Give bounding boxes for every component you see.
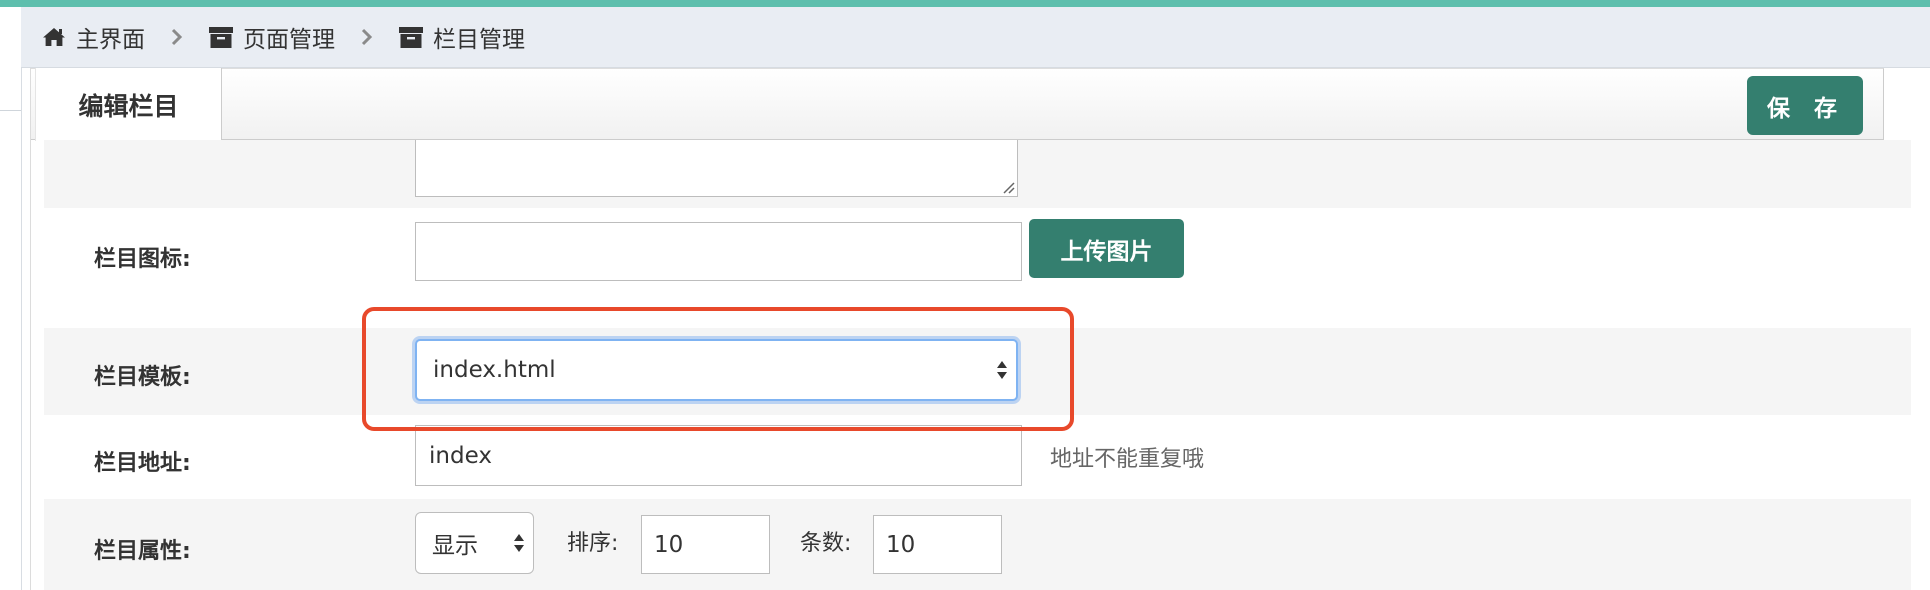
chevron-right-icon (171, 28, 183, 46)
sort-input[interactable]: 10 (641, 515, 770, 574)
visibility-select-value: 显示 (432, 533, 478, 559)
page: 主界面 页面管理 栏目管理 编辑栏目 保 存 栏目图标: 上传图片 栏目模板: … (0, 0, 1930, 590)
visibility-select[interactable]: 显示 (415, 512, 534, 574)
form-row-icon: 栏目图标: 上传图片 (44, 208, 1911, 328)
template-select[interactable]: index.html (415, 339, 1018, 401)
address-hint: 地址不能重复哦 (1050, 447, 1205, 472)
tab-bar: 编辑栏目 保 存 (31, 68, 1884, 141)
address-input-value: index (429, 442, 492, 469)
address-input[interactable]: index (415, 425, 1022, 486)
form-row-attributes: 栏目属性: 显示 排序: 10 条数: 10 (44, 499, 1911, 590)
resize-grip-icon[interactable] (1001, 180, 1015, 194)
breadcrumb-column-management[interactable]: 栏目管理 (399, 20, 525, 54)
save-button[interactable]: 保 存 (1747, 76, 1863, 135)
tab-edit-column-label: 编辑栏目 (78, 91, 179, 121)
sort-input-value: 10 (654, 531, 684, 558)
breadcrumb-page-management[interactable]: 页面管理 (209, 20, 335, 54)
content-panel: 编辑栏目 保 存 栏目图标: 上传图片 栏目模板: index.html 栏目地… (30, 68, 1911, 590)
upload-image-button[interactable]: 上传图片 (1029, 219, 1184, 278)
chevron-right-icon (361, 28, 373, 46)
tab-edit-column[interactable]: 编辑栏目 (35, 68, 222, 141)
sort-label: 排序: (567, 531, 619, 556)
count-label: 条数: (800, 531, 852, 556)
top-accent-bar (0, 0, 1930, 7)
template-field-label: 栏目模板: (94, 365, 191, 390)
count-input[interactable]: 10 (873, 515, 1002, 574)
breadcrumb-column-management-label: 栏目管理 (433, 27, 525, 53)
breadcrumb-page-management-label: 页面管理 (243, 27, 335, 53)
left-sidebar-edge (0, 7, 22, 590)
archive-icon (209, 26, 233, 48)
address-field-label: 栏目地址: (94, 451, 191, 476)
select-arrows-icon (514, 534, 524, 552)
description-textarea[interactable] (415, 140, 1018, 197)
icon-input[interactable] (415, 222, 1022, 281)
breadcrumb-home-label: 主界面 (76, 27, 145, 53)
attributes-field-label: 栏目属性: (94, 539, 191, 564)
count-input-value: 10 (886, 531, 916, 558)
form-row-description (44, 140, 1911, 208)
select-arrows-icon (997, 361, 1007, 379)
breadcrumb: 主界面 页面管理 栏目管理 (21, 7, 1930, 68)
breadcrumb-home[interactable]: 主界面 (42, 20, 145, 54)
home-icon (42, 27, 66, 47)
template-select-value: index.html (433, 357, 556, 383)
archive-icon (399, 26, 423, 48)
form-row-address: 栏目地址: index 地址不能重复哦 (44, 415, 1911, 499)
form-row-template: 栏目模板: index.html (44, 328, 1911, 415)
icon-field-label: 栏目图标: (94, 247, 191, 272)
